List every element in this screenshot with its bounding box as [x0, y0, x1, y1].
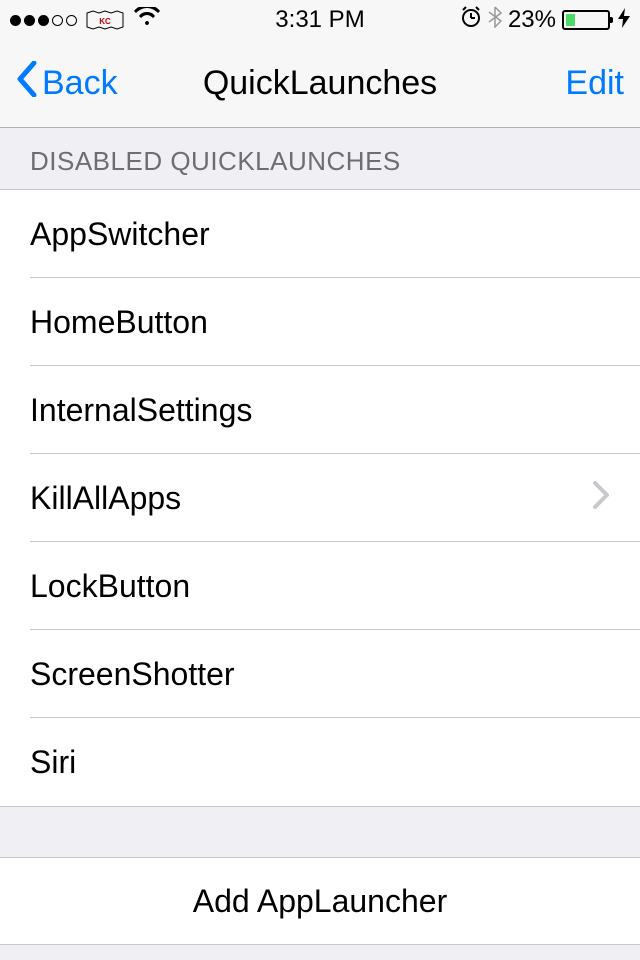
status-left: KC: [10, 6, 161, 34]
carrier-logo-icon: KC: [85, 9, 125, 31]
page-title: QuickLaunches: [203, 64, 437, 103]
battery-icon: [562, 10, 610, 30]
list-item[interactable]: Siri: [0, 718, 640, 806]
list-item-label: LockButton: [30, 568, 610, 605]
quicklaunch-list: AppSwitcher HomeButton InternalSettings Kil…: [0, 189, 640, 807]
list-item-label: KillAllApps: [30, 480, 592, 517]
list-item[interactable]: HomeButton: [0, 278, 640, 366]
list-item[interactable]: AppSwitcher: [0, 190, 640, 278]
signal-strength-icon: [10, 15, 77, 26]
battery-percentage: 23%: [508, 6, 556, 34]
section-header: DISABLED QUICKLAUNCHES: [0, 128, 640, 189]
list-item-label: AppSwitcher: [30, 216, 610, 253]
edit-button[interactable]: Edit: [565, 64, 624, 103]
list-item[interactable]: LockButton: [0, 542, 640, 630]
charging-icon: [618, 8, 630, 33]
nav-bar: Back QuickLaunches Edit: [0, 40, 640, 128]
status-time: 3:31 PM: [275, 6, 364, 34]
list-item-label: ScreenShotter: [30, 656, 610, 693]
add-applauncher-label: Add AppLauncher: [193, 883, 447, 920]
list-item-label: HomeButton: [30, 304, 610, 341]
back-button[interactable]: Back: [16, 61, 118, 106]
alarm-icon: [460, 6, 482, 35]
list-item[interactable]: KillAllApps: [0, 454, 640, 542]
chevron-left-icon: [16, 61, 38, 106]
svg-text:KC: KC: [99, 17, 111, 26]
list-item-label: Siri: [30, 744, 610, 781]
list-item-label: InternalSettings: [30, 392, 610, 429]
add-applauncher-button[interactable]: Add AppLauncher: [0, 857, 640, 945]
chevron-right-icon: [592, 480, 610, 517]
status-bar: KC 3:31 PM 23%: [0, 0, 640, 40]
list-item[interactable]: InternalSettings: [0, 366, 640, 454]
status-right: 23%: [460, 6, 630, 35]
bluetooth-icon: [488, 6, 502, 35]
wifi-icon: [133, 6, 161, 34]
back-label: Back: [42, 64, 118, 103]
list-item[interactable]: ScreenShotter: [0, 630, 640, 718]
section-gap: [0, 807, 640, 857]
